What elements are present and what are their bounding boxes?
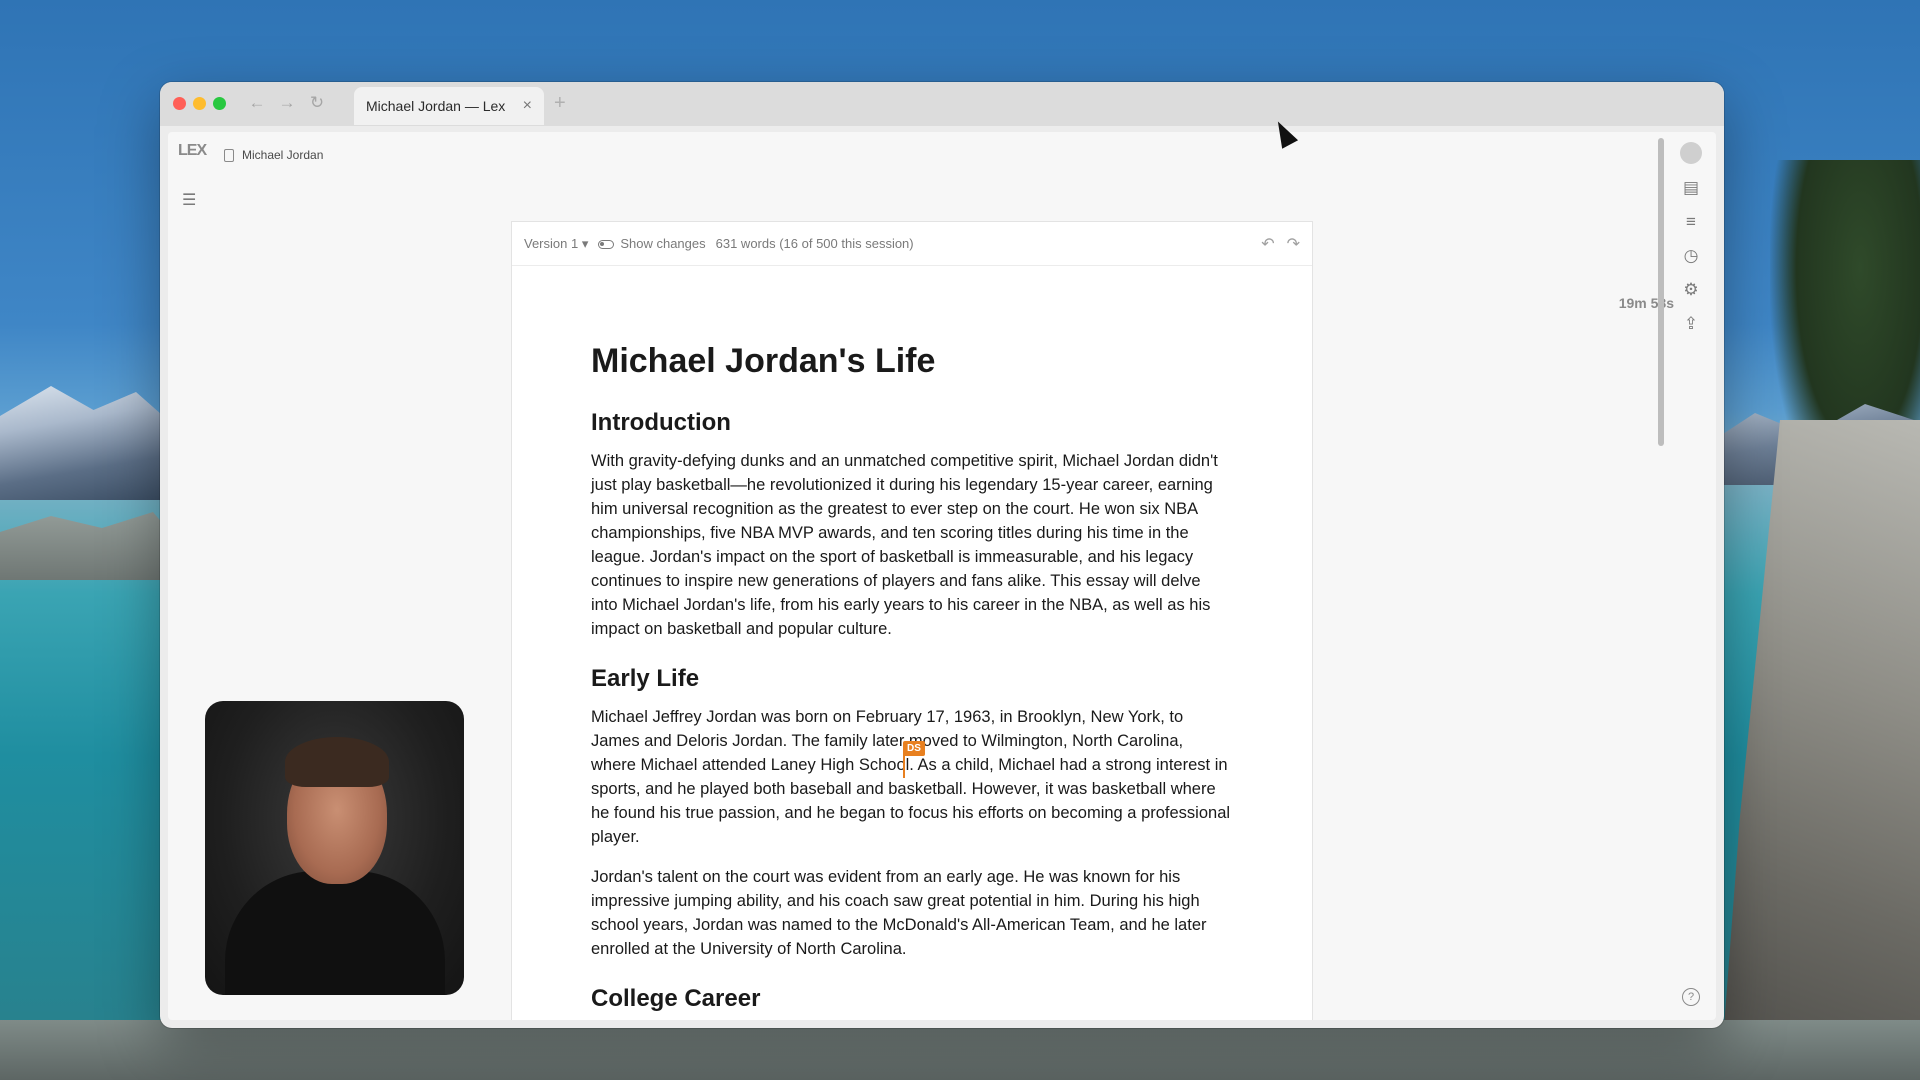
- outline-list-icon[interactable]: ☰: [182, 190, 196, 210]
- desktop-rocks-bottom: [0, 1020, 1920, 1080]
- right-rail: ▤ ≡ ◷ ⚙ ⇪: [1676, 142, 1706, 334]
- collaborator-cursor-flag: DS: [903, 741, 925, 756]
- paragraph[interactable]: With gravity-defying dunks and an unmatc…: [591, 449, 1231, 641]
- video-presenter-hair: [285, 737, 389, 787]
- help-icon[interactable]: ?: [1682, 988, 1700, 1006]
- desktop-rocks-left: [0, 512, 170, 580]
- collaborator-cursor-caret: [903, 752, 905, 778]
- document-editor: Version 1 ▾ Show changes 631 words (16 o…: [512, 222, 1312, 1020]
- paragraph[interactable]: Michael Jeffrey Jordan was born on Febru…: [591, 705, 1231, 849]
- breadcrumb[interactable]: Michael Jordan: [224, 148, 323, 162]
- undo-icon[interactable]: ↶: [1261, 234, 1274, 254]
- app-content: LEX Michael Jordan ☰ Version 1 ▾ Show ch…: [168, 132, 1716, 1020]
- document-icon: [224, 148, 234, 162]
- document-body[interactable]: Michael Jordan's Life Introduction With …: [591, 342, 1231, 1020]
- browser-window: ← → ↻ Michael Jordan — Lex × + LEX Micha…: [160, 82, 1724, 1028]
- tab-michael-jordan[interactable]: Michael Jordan — Lex ×: [354, 87, 544, 125]
- webcam-video-overlay[interactable]: [205, 701, 464, 995]
- editor-toolbar: Version 1 ▾ Show changes 631 words (16 o…: [512, 222, 1312, 266]
- document-title[interactable]: Michael Jordan's Life: [591, 342, 1231, 381]
- share-icon[interactable]: ⇪: [1680, 314, 1702, 334]
- desktop-mountains-left: [0, 386, 170, 500]
- refresh-icon[interactable]: ↻: [306, 92, 328, 114]
- section-heading[interactable]: Early Life: [591, 665, 1231, 693]
- tab-close-icon[interactable]: ×: [523, 97, 532, 115]
- avatar[interactable]: [1680, 142, 1702, 164]
- redo-icon[interactable]: ↷: [1287, 234, 1300, 254]
- close-window-button[interactable]: [173, 97, 186, 110]
- word-count: 631 words (16 of 500 this session): [715, 236, 914, 251]
- checklist-icon[interactable]: ≡: [1680, 212, 1702, 232]
- back-arrow-icon[interactable]: ←: [246, 92, 268, 114]
- section-heading[interactable]: Introduction: [591, 409, 1231, 437]
- version-dropdown[interactable]: Version 1 ▾: [524, 236, 588, 252]
- maximize-window-button[interactable]: [213, 97, 226, 110]
- undo-redo-group: ↶ ↷: [1261, 234, 1300, 254]
- section-introduction: Introduction With gravity-defying dunks …: [591, 409, 1231, 641]
- show-changes-label: Show changes: [620, 236, 706, 251]
- section-early-life: Early Life Michael Jeffrey Jordan was bo…: [591, 665, 1231, 961]
- section-college-career: College Career: [591, 985, 1231, 1013]
- desktop-rocks-right: [1720, 420, 1920, 1080]
- minimize-window-button[interactable]: [193, 97, 206, 110]
- title-bar: ← → ↻ Michael Jordan — Lex × +: [160, 82, 1724, 126]
- stopwatch-icon[interactable]: ◷: [1680, 246, 1702, 266]
- session-timer: 19m 58s: [1618, 295, 1674, 311]
- breadcrumb-label: Michael Jordan: [242, 148, 324, 162]
- lex-logo-icon[interactable]: LEX: [178, 142, 207, 166]
- video-presenter-body: [225, 871, 445, 995]
- tab-title: Michael Jordan — Lex: [366, 98, 506, 114]
- comment-icon[interactable]: ▤: [1680, 178, 1702, 198]
- toggle-icon: [598, 240, 615, 250]
- section-heading[interactable]: College Career: [591, 985, 1231, 1013]
- gear-icon[interactable]: ⚙: [1680, 280, 1702, 300]
- new-tab-icon[interactable]: +: [554, 92, 566, 115]
- show-changes-toggle[interactable]: Show changes: [598, 236, 706, 251]
- scrollbar-thumb[interactable]: [1658, 138, 1664, 446]
- paragraph[interactable]: Jordan's talent on the court was evident…: [591, 865, 1231, 961]
- forward-arrow-icon[interactable]: →: [276, 92, 298, 114]
